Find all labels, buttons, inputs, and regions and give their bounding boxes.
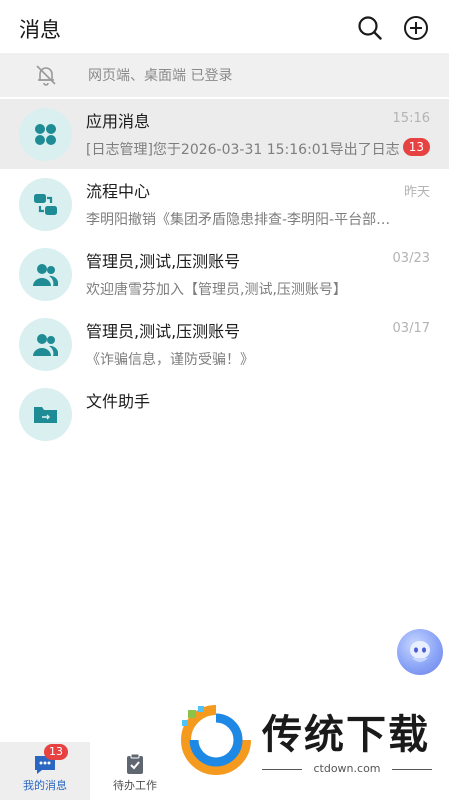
plus-circle-icon[interactable]: [402, 14, 430, 42]
watermark-url: ctdown.com: [313, 762, 381, 775]
search-icon[interactable]: [356, 14, 384, 42]
unread-badge: 13: [402, 138, 430, 156]
conversation-group-chat[interactable]: 管理员,测试,压测账号 03/23 欢迎唐雪芬加入【管理员,测试,压测账号】: [0, 239, 449, 309]
conversation-name: 管理员,测试,压测账号: [86, 252, 241, 271]
workflow-icon: [19, 178, 72, 231]
apps-grid-icon: [19, 108, 72, 161]
group-icon: [19, 318, 72, 371]
login-status-bar[interactable]: 网页端、桌面端 已登录: [0, 53, 449, 97]
assistant-floating-button[interactable]: [397, 629, 443, 675]
tab-label: 我的消息: [23, 779, 67, 792]
watermark: 传统下载 ctdown.com: [176, 700, 438, 785]
conversation-name: 应用消息: [86, 112, 151, 131]
conversation-name: 管理员,测试,压测账号: [86, 322, 241, 341]
conversation-time: 昨天: [403, 185, 430, 200]
page-title: 消息: [19, 18, 61, 42]
conversation-preview: 《诈骗信息，谨防受骗！》: [86, 352, 254, 368]
top-bar: 消息: [0, 0, 449, 56]
conversation-time: 03/17: [392, 321, 430, 336]
conversation-name: 文件助手: [86, 392, 151, 411]
login-status-text: 网页端、桌面端 已登录: [88, 68, 233, 84]
conversation-time: 03/23: [392, 251, 430, 266]
conversation-preview: 李明阳撤销《集团矛盾隐患排查-李明阳-平台部门》: [86, 212, 404, 228]
bell-off-icon: [34, 63, 58, 87]
conversation-app-messages[interactable]: 应用消息 15:16 [日志管理]您于2026-03-31 15:16:01导出…: [0, 99, 449, 169]
tab-todo-work[interactable]: 待办工作: [90, 742, 180, 800]
watermark-text: 传统下载: [262, 712, 430, 758]
tab-unread-badge: 13: [44, 744, 68, 760]
clipboard-check-icon: [124, 753, 146, 775]
robot-assistant-icon: [410, 641, 430, 662]
tab-label: 待办工作: [113, 779, 157, 792]
conversation-name: 流程中心: [86, 182, 151, 201]
watermark-logo: [180, 704, 252, 776]
conversation-file-assistant[interactable]: 文件助手: [0, 379, 449, 449]
conversation-preview: [日志管理]您于2026-03-31 15:16:01导出了日志: [86, 142, 400, 158]
conversation-group-chat[interactable]: 管理员,测试,压测账号 03/17 《诈骗信息，谨防受骗！》: [0, 309, 449, 379]
conversation-preview: 欢迎唐雪芬加入【管理员,测试,压测账号】: [86, 282, 347, 298]
group-icon: [19, 248, 72, 301]
conversation-workflow-center[interactable]: 流程中心 昨天 李明阳撤销《集团矛盾隐患排查-李明阳-平台部门》: [0, 169, 449, 239]
tab-my-messages[interactable]: 13 我的消息: [0, 742, 90, 800]
folder-icon: [19, 388, 72, 441]
conversation-time: 15:16: [392, 111, 430, 126]
